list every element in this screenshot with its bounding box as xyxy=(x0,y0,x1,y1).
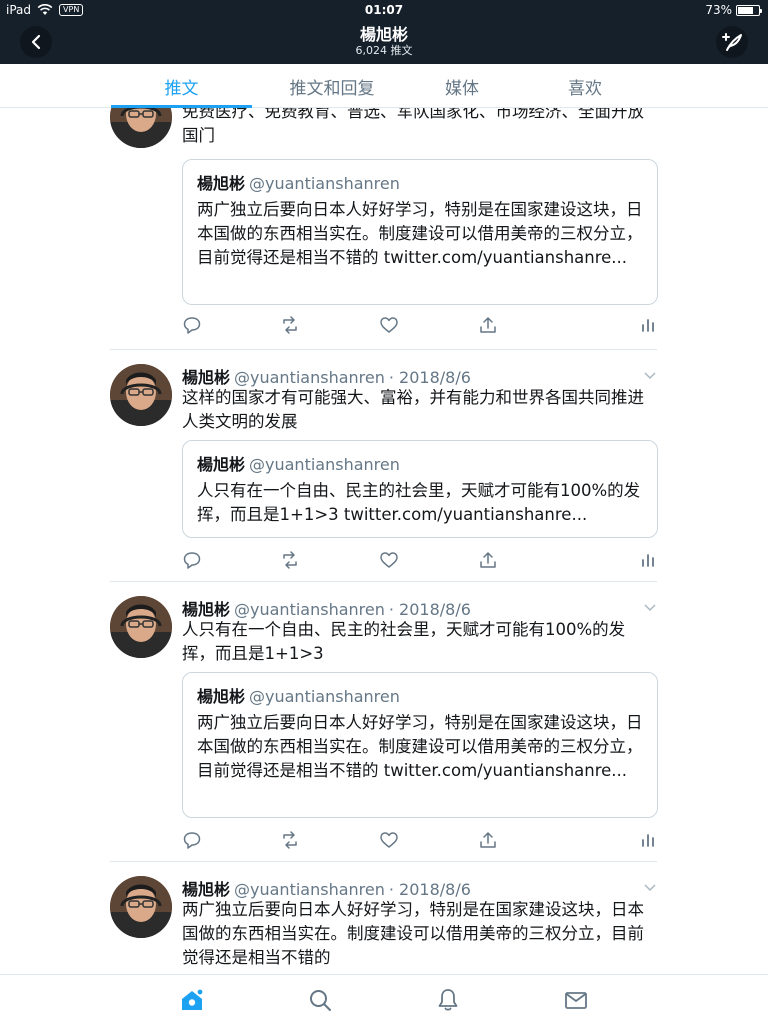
retweet-icon[interactable] xyxy=(280,315,300,335)
chevron-down-icon[interactable] xyxy=(643,602,657,612)
like-heart-icon[interactable] xyxy=(379,830,399,850)
profile-name: 楊旭彬 xyxy=(359,25,408,44)
quoted-tweet-header: 楊旭彬 @yuantianshanren xyxy=(197,683,643,706)
quoted-author-handle: @yuantianshanren xyxy=(249,687,400,706)
quoted-author-name: 楊旭彬 xyxy=(197,174,246,193)
tweet-count: 6,024 推文 xyxy=(355,44,413,57)
tweet-actions xyxy=(182,830,658,854)
chevron-down-icon[interactable] xyxy=(643,882,657,892)
reply-icon[interactable] xyxy=(182,315,202,335)
battery-icon xyxy=(736,4,762,16)
analytics-icon[interactable] xyxy=(638,550,658,570)
tweet-feed[interactable]: 免费医疗、免费教育、普选、军队国家化、市场经济、全面开放国门 楊旭彬 @yuant… xyxy=(0,108,768,974)
tweet-separator xyxy=(110,581,657,582)
quoted-tweet-header: 楊旭彬 @yuantianshanren xyxy=(197,170,643,193)
quoted-author-handle: @yuantianshanren xyxy=(249,174,400,193)
avatar[interactable] xyxy=(110,596,172,658)
tweet-text: 这样的国家才有可能强大、富裕，并有能力和世界各国共同推进人类文明的发展 xyxy=(182,388,644,431)
like-heart-icon[interactable] xyxy=(379,550,399,570)
tweet-header: 楊旭彬 @yuantianshanren · 2018/8/6 xyxy=(182,876,471,899)
active-tab-indicator xyxy=(111,105,252,108)
compose-feather-icon xyxy=(722,33,742,51)
quoted-author-name: 楊旭彬 xyxy=(197,687,246,706)
analytics-icon[interactable] xyxy=(638,830,658,850)
retweet-icon[interactable] xyxy=(280,550,300,570)
tweet-text: 人只有在一个自由、民主的社会里，天赋才可能有100%的发挥，而且是1+1>3 xyxy=(182,620,626,663)
tweet-separator xyxy=(110,861,657,862)
tweet-text: 两广独立后要向日本人好好学习，特别是在国家建设这块，日本国做的东西相当实在。制度… xyxy=(182,900,644,967)
quoted-tweet-text: 两广独立后要向日本人好好学习，特别是在国家建设这块，日本国做的东西相当实在。制度… xyxy=(197,200,643,267)
tweet-date: · 2018/8/6 xyxy=(388,368,471,387)
avatar[interactable] xyxy=(110,364,172,426)
app-header: iPad VPN 01:07 73% 楊旭彬 6,024 推文 xyxy=(0,0,768,64)
chevron-down-icon[interactable] xyxy=(643,370,657,380)
tab-likes[interactable]: 喜欢 xyxy=(535,64,635,108)
tweet-date: · 2018/8/6 xyxy=(388,880,471,899)
home-icon[interactable] xyxy=(179,987,205,1013)
author-name[interactable]: 楊旭彬 xyxy=(182,368,230,387)
profile-title: 楊旭彬 6,024 推文 xyxy=(0,26,768,58)
quoted-tweet[interactable]: 楊旭彬 @yuantianshanren 两广独立后要向日本人好好学习，特别是在国… xyxy=(182,672,658,818)
messages-envelope-icon[interactable] xyxy=(563,987,589,1013)
retweet-icon[interactable] xyxy=(280,830,300,850)
tweet-text: 免费医疗、免费教育、普选、军队国家化、市场经济、全面开放国门 xyxy=(182,108,644,145)
share-icon[interactable] xyxy=(478,315,498,335)
tab-tweets-and-replies[interactable]: 推文和回复 xyxy=(262,64,402,108)
author-name[interactable]: 楊旭彬 xyxy=(182,600,230,619)
quoted-tweet-text: 两广独立后要向日本人好好学习，特别是在国家建设这块，日本国做的东西相当实在。制度… xyxy=(197,713,643,780)
profile-tabs: 推文 推文和回复 媒体 喜欢 xyxy=(0,64,768,108)
status-right: 73% xyxy=(705,3,762,17)
tweet-separator xyxy=(110,349,657,350)
author-handle[interactable]: @yuantianshanren xyxy=(234,368,385,387)
battery-fill xyxy=(738,6,753,14)
tweet[interactable]: 楊旭彬 @yuantianshanren · 2018/8/6 人只有在一个自由、民… xyxy=(110,596,658,862)
share-icon[interactable] xyxy=(478,550,498,570)
tweet-actions xyxy=(182,315,658,339)
reply-icon[interactable] xyxy=(182,830,202,850)
quoted-tweet-text: 人只有在一个自由、民主的社会里，天赋才可能有100%的发挥，而且是1+1>3 t… xyxy=(197,481,641,524)
tweet-header: 楊旭彬 @yuantianshanren · 2018/8/6 xyxy=(182,364,471,387)
author-name[interactable]: 楊旭彬 xyxy=(182,880,230,899)
author-handle[interactable]: @yuantianshanren xyxy=(234,600,385,619)
status-bar: iPad VPN 01:07 73% xyxy=(0,0,768,20)
analytics-icon[interactable] xyxy=(638,315,658,335)
tweet[interactable]: 楊旭彬 @yuantianshanren · 2018/8/6 两广独立后要向日本人… xyxy=(110,876,657,974)
avatar[interactable] xyxy=(110,108,172,148)
tweet-header: 楊旭彬 @yuantianshanren · 2018/8/6 xyxy=(182,596,471,619)
tweet[interactable]: 免费医疗、免费教育、普选、军队国家化、市场经济、全面开放国门 楊旭彬 @yuant… xyxy=(110,108,658,350)
quoted-tweet[interactable]: 楊旭彬 @yuantianshanren 两广独立后要向日本人好好学习，特别是在国… xyxy=(182,159,658,305)
quoted-tweet[interactable]: 楊旭彬 @yuantianshanren 人只有在一个自由、民主的社会里，天赋才可… xyxy=(182,440,658,538)
reply-icon[interactable] xyxy=(182,550,202,570)
tweet-actions xyxy=(182,550,658,574)
tweet-date: · 2018/8/6 xyxy=(388,600,471,619)
status-time: 01:07 xyxy=(364,3,404,17)
battery-percent: 73% xyxy=(705,3,732,17)
notifications-bell-icon[interactable] xyxy=(435,987,461,1013)
like-heart-icon[interactable] xyxy=(379,315,399,335)
share-icon[interactable] xyxy=(478,830,498,850)
tweet[interactable]: 楊旭彬 @yuantianshanren · 2018/8/6 这样的国家才有可能强… xyxy=(110,364,658,582)
tab-tweets[interactable]: 推文 xyxy=(111,64,252,108)
tab-media[interactable]: 媒体 xyxy=(412,64,512,108)
quoted-author-handle: @yuantianshanren xyxy=(249,455,400,474)
quoted-tweet-header: 楊旭彬 @yuantianshanren xyxy=(197,451,643,474)
compose-button[interactable] xyxy=(716,26,748,58)
author-handle[interactable]: @yuantianshanren xyxy=(234,880,385,899)
quoted-author-name: 楊旭彬 xyxy=(197,455,246,474)
bottom-tab-bar xyxy=(0,974,768,1024)
search-icon[interactable] xyxy=(307,987,333,1013)
nav-bar: 楊旭彬 6,024 推文 xyxy=(0,20,768,64)
avatar[interactable] xyxy=(110,876,172,938)
